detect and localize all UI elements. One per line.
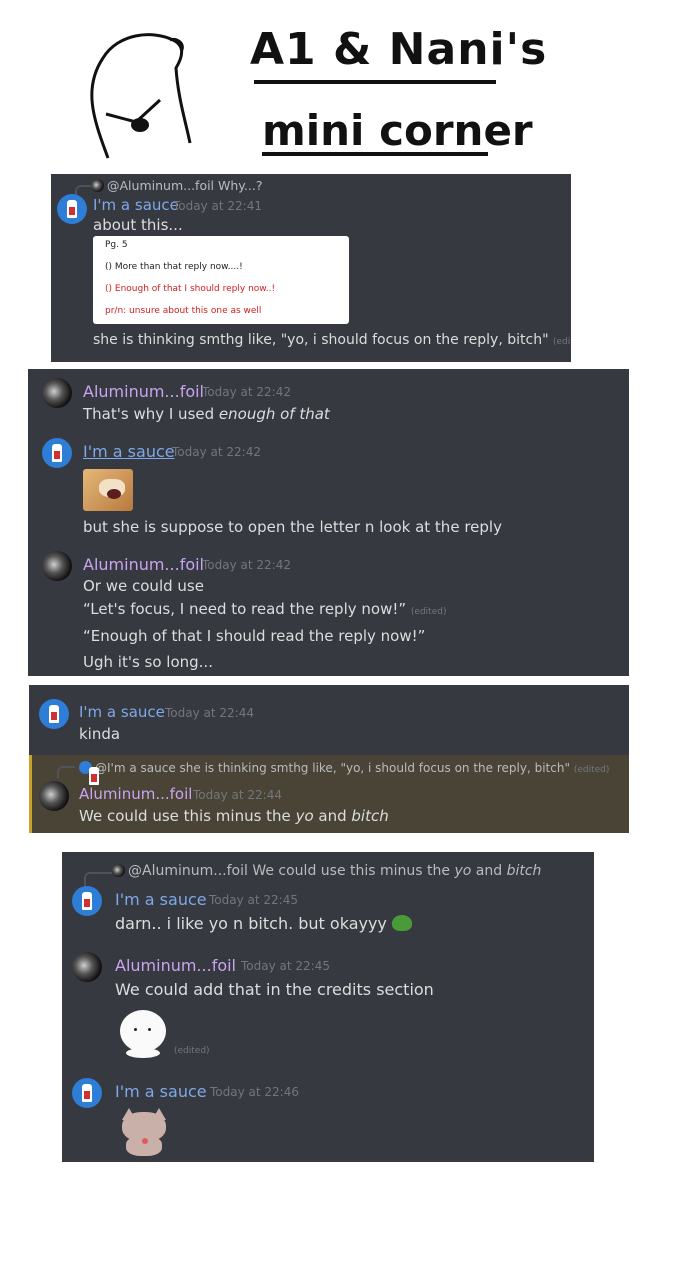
chat-panel-1: @Aluminum...foil Why...? I'm a sauce Tod… xyxy=(51,174,571,362)
timestamp: Today at 22:42 xyxy=(172,445,261,459)
username[interactable]: Aluminum...foil xyxy=(115,956,236,975)
username[interactable]: Aluminum...foil xyxy=(83,382,204,401)
reply-preview[interactable]: @Aluminum...foil Why...? xyxy=(91,178,262,193)
username[interactable]: I'm a sauce xyxy=(79,703,165,721)
chat-panel-3: I'm a sauce Today at 22:44 kinda @I'm a … xyxy=(29,685,629,833)
chat-panel-4: @Aluminum...foil We could use this minus… xyxy=(62,852,594,1162)
timestamp: Today at 22:45 xyxy=(241,959,330,973)
cat-heart xyxy=(142,1138,148,1144)
avatar[interactable] xyxy=(39,781,69,811)
reply-preview[interactable]: @I'm a sauce she is thinking smthg like,… xyxy=(79,761,609,775)
avatar[interactable] xyxy=(72,1078,102,1108)
frog-emoji-icon xyxy=(392,915,412,931)
chat-panel-2: Aluminum...foil Today at 22:42 That's wh… xyxy=(28,369,629,676)
message-text: Or we could use xyxy=(83,577,204,595)
avatar[interactable] xyxy=(42,438,72,468)
message-text: kinda xyxy=(79,725,121,743)
timestamp: Today at 22:44 xyxy=(165,706,254,720)
username[interactable]: I'm a sauce xyxy=(115,890,207,909)
document-image[interactable]: Pg. 5 () More than that reply now....! (… xyxy=(93,236,349,324)
cat-sticker[interactable] xyxy=(118,1108,170,1158)
avatar[interactable] xyxy=(42,378,72,408)
doc-item: pr/n: unsure about this one as well xyxy=(105,306,262,316)
blob-character-drawing xyxy=(90,33,192,159)
message-text: “Enough of that I should read the reply … xyxy=(83,627,426,645)
blob-base xyxy=(126,1048,160,1058)
avatar[interactable] xyxy=(42,551,72,581)
doc-page: Pg. 5 xyxy=(105,240,128,250)
username[interactable]: I'm a sauce xyxy=(115,1082,207,1101)
avatar[interactable] xyxy=(72,886,102,916)
doc-item: () Enough of that I should reply now..! xyxy=(105,284,276,294)
timestamp: Today at 22:45 xyxy=(209,893,298,907)
message-text: We could use this minus the yo and bitch xyxy=(79,807,389,825)
message-text: That's why I used enough of that xyxy=(83,405,330,423)
cat-ear xyxy=(152,1108,166,1120)
mini-avatar-icon xyxy=(112,864,125,877)
username[interactable]: I'm a sauce xyxy=(83,442,175,461)
mini-avatar-icon xyxy=(79,761,92,774)
message-text: darn.. i like yo n bitch. but okayyy xyxy=(115,914,412,933)
message-text: about this... xyxy=(93,216,183,234)
message-text: but she is suppose to open the letter n … xyxy=(83,518,502,536)
timestamp: Today at 22:42 xyxy=(202,558,291,572)
message-text: she is thinking smthg like, "yo, i shoul… xyxy=(93,332,571,348)
timestamp: Today at 22:42 xyxy=(202,385,291,399)
reply-preview[interactable]: @Aluminum...foil We could use this minus… xyxy=(112,863,541,879)
header-title-line2: mini corner xyxy=(262,106,533,155)
timestamp: Today at 22:41 xyxy=(173,199,262,213)
dog-mouth xyxy=(107,489,121,499)
message-text: “Let's focus, I need to read the reply n… xyxy=(83,600,447,618)
blob-eye xyxy=(134,1028,137,1031)
title-underline-1 xyxy=(254,80,496,84)
timestamp: Today at 22:44 xyxy=(193,788,282,802)
dog-image[interactable] xyxy=(83,469,133,511)
avatar[interactable] xyxy=(72,952,102,982)
header-title-line1: A1 & Nani's xyxy=(250,24,548,75)
blob-eye xyxy=(148,1028,151,1031)
white-blob-sticker[interactable] xyxy=(118,1008,168,1060)
username[interactable]: Aluminum...foil xyxy=(79,785,192,803)
doc-item: () More than that reply now....! xyxy=(105,262,243,272)
title-underline-2 xyxy=(262,152,488,156)
blob-body xyxy=(120,1010,166,1052)
username[interactable]: I'm a sauce xyxy=(93,196,179,214)
cat-ear xyxy=(122,1108,136,1120)
edited-label: (edited) xyxy=(174,1046,210,1056)
avatar[interactable] xyxy=(39,699,69,729)
mini-avatar-icon xyxy=(91,179,104,192)
message-text: Ugh it's so long... xyxy=(83,653,213,671)
username[interactable]: Aluminum...foil xyxy=(83,555,204,574)
message-text: We could add that in the credits section xyxy=(115,980,434,999)
avatar[interactable] xyxy=(57,194,87,224)
timestamp: Today at 22:46 xyxy=(210,1085,299,1099)
